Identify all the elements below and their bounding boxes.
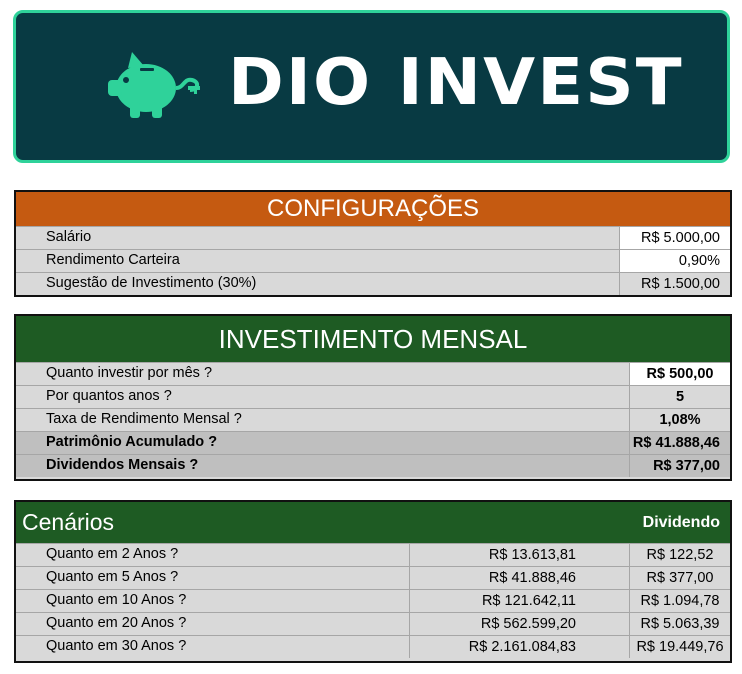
row-value: R$ 1.500,00 bbox=[619, 273, 730, 295]
row-value[interactable]: R$ 500,00 bbox=[629, 363, 730, 385]
row-label: Salário bbox=[46, 229, 92, 245]
table-row: Quanto em 2 Anos ? R$ 13.613,81 R$ 122,5… bbox=[16, 543, 730, 566]
config-title: CONFIGURAÇÕES bbox=[16, 192, 730, 226]
scenarios-title: Cenários bbox=[22, 509, 115, 535]
table-row: Dividendos Mensais ? R$ 377,00 bbox=[16, 454, 730, 477]
row-value[interactable]: R$ 5.000,00 bbox=[619, 227, 730, 249]
table-row: Sugestão de Investimento (30%) R$ 1.500,… bbox=[16, 272, 730, 295]
table-row: Quanto em 30 Anos ? R$ 2.161.084,83 R$ 1… bbox=[16, 635, 730, 658]
table-row: Quanto investir por mês ? R$ 500,00 bbox=[16, 362, 730, 385]
row-value: R$ 377,00 bbox=[629, 455, 730, 477]
row-dividend: R$ 19.449,76 bbox=[629, 636, 730, 658]
invest-title: INVESTIMENTO MENSAL bbox=[16, 316, 730, 362]
scenarios-header: Cenários Dividendo bbox=[16, 502, 730, 543]
row-label: Patrimônio Acumulado ? bbox=[46, 434, 218, 450]
piggy-bank-icon bbox=[108, 52, 200, 118]
table-row: Quanto em 20 Anos ? R$ 562.599,20 R$ 5.0… bbox=[16, 612, 730, 635]
row-total: R$ 41.888,46 bbox=[409, 567, 630, 589]
row-label: Por quantos anos ? bbox=[46, 388, 172, 404]
row-value[interactable]: 5 bbox=[629, 386, 730, 408]
row-total: R$ 121.642,11 bbox=[409, 590, 630, 612]
row-dividend: R$ 1.094,78 bbox=[629, 590, 730, 612]
row-dividend: R$ 5.063,39 bbox=[629, 613, 730, 635]
investment-table: INVESTIMENTO MENSAL Quanto investir por … bbox=[14, 314, 732, 481]
brand-title: DIO INVEST bbox=[228, 46, 684, 120]
dividend-column-header: Dividendo bbox=[642, 514, 720, 531]
row-dividend: R$ 122,52 bbox=[629, 544, 730, 566]
row-label: Rendimento Carteira bbox=[46, 252, 180, 268]
row-label: Dividendos Mensais ? bbox=[46, 457, 199, 473]
row-label: Quanto investir por mês ? bbox=[46, 365, 213, 381]
row-label: Quanto em 30 Anos ? bbox=[46, 638, 187, 654]
table-row: Patrimônio Acumulado ? R$ 41.888,46 bbox=[16, 431, 730, 454]
row-label: Quanto em 20 Anos ? bbox=[46, 615, 187, 631]
row-dividend: R$ 377,00 bbox=[629, 567, 730, 589]
table-row: Quanto em 5 Anos ? R$ 41.888,46 R$ 377,0… bbox=[16, 566, 730, 589]
table-row: Salário R$ 5.000,00 bbox=[16, 226, 730, 249]
brand-banner: DIO INVEST bbox=[13, 10, 730, 163]
row-value: R$ 41.888,46 bbox=[629, 432, 730, 454]
row-total: R$ 2.161.084,83 bbox=[409, 636, 630, 658]
table-row: Por quantos anos ? 5 bbox=[16, 385, 730, 408]
row-label: Quanto em 10 Anos ? bbox=[46, 592, 187, 608]
row-total: R$ 13.613,81 bbox=[409, 544, 630, 566]
scenarios-table: Cenários Dividendo Quanto em 2 Anos ? R$… bbox=[14, 500, 732, 663]
row-label: Quanto em 2 Anos ? bbox=[46, 546, 179, 562]
config-table: CONFIGURAÇÕES Salário R$ 5.000,00 Rendim… bbox=[14, 190, 732, 297]
row-total: R$ 562.599,20 bbox=[409, 613, 630, 635]
row-value[interactable]: 0,90% bbox=[619, 250, 730, 272]
row-label: Taxa de Rendimento Mensal ? bbox=[46, 411, 242, 427]
table-row: Rendimento Carteira 0,90% bbox=[16, 249, 730, 272]
table-row: Quanto em 10 Anos ? R$ 121.642,11 R$ 1.0… bbox=[16, 589, 730, 612]
row-label: Sugestão de Investimento (30%) bbox=[46, 275, 257, 291]
row-label: Quanto em 5 Anos ? bbox=[46, 569, 179, 585]
table-row: Taxa de Rendimento Mensal ? 1,08% bbox=[16, 408, 730, 431]
row-value: 1,08% bbox=[629, 409, 730, 431]
